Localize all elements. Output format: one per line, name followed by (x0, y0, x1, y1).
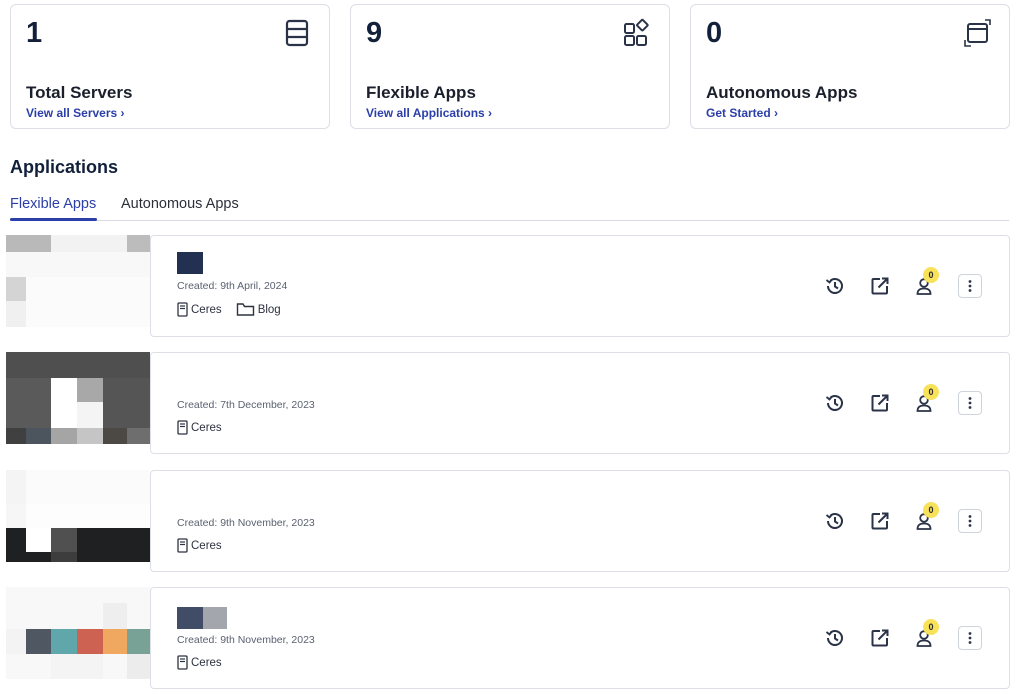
more-vertical-icon (968, 280, 972, 292)
more-vertical-icon (968, 397, 972, 409)
apps-grid-icon (624, 18, 649, 46)
app-thumbnail[interactable] (6, 587, 150, 679)
server-small-icon (177, 420, 188, 435)
app-server-name: Ceres (191, 303, 222, 316)
app-thumbnail[interactable] (6, 352, 150, 444)
server-small-icon (177, 538, 188, 553)
stat-card-autonomous-apps: 0 Autonomous Apps Get Started › (690, 4, 1010, 129)
external-link-icon[interactable] (868, 274, 892, 298)
app-server[interactable]: Ceres (177, 302, 222, 317)
app-server-name: Ceres (191, 656, 222, 669)
more-options-button[interactable] (958, 626, 982, 650)
app-server-name: Ceres (191, 421, 222, 434)
app-server[interactable]: Ceres (177, 538, 222, 553)
user-count-badge: 0 (923, 502, 939, 518)
stat-number: 1 (26, 17, 43, 49)
app-meta: Ceres Blog (177, 302, 295, 317)
external-link-icon[interactable] (868, 626, 892, 650)
more-options-button[interactable] (958, 274, 982, 298)
tab-autonomous-apps[interactable]: Autonomous Apps (121, 196, 239, 212)
get-started-link[interactable]: Get Started › (706, 106, 778, 120)
app-row: Created: 7th December, 2023 Ceres 0 (150, 352, 1010, 454)
stat-title: Flexible Apps (366, 83, 476, 102)
stat-number: 0 (706, 17, 723, 49)
view-all-servers-link[interactable]: View all Servers › (26, 106, 125, 120)
more-options-button[interactable] (958, 391, 982, 415)
history-icon[interactable] (823, 509, 847, 533)
stat-title: Autonomous Apps (706, 83, 858, 102)
user-count-badge: 0 (923, 384, 939, 400)
section-title: Applications (10, 157, 119, 177)
app-server[interactable]: Ceres (177, 655, 222, 670)
app-thumbnail[interactable] (6, 235, 150, 327)
app-row: Created: 9th November, 2023 Ceres 0 (150, 587, 1010, 689)
app-thumbnail[interactable] (6, 470, 150, 562)
window-expand-icon (964, 19, 991, 47)
app-folder[interactable]: Blog (236, 302, 281, 317)
app-created-date: Created: 9th November, 2023 (177, 517, 315, 529)
server-icon (285, 19, 309, 47)
server-small-icon (177, 655, 188, 670)
history-icon[interactable] (823, 626, 847, 650)
app-created-date: Created: 7th December, 2023 (177, 399, 315, 411)
app-server-name: Ceres (191, 539, 222, 552)
user-count-badge: 0 (923, 619, 939, 635)
app-meta: Ceres (177, 420, 236, 435)
external-link-icon[interactable] (868, 509, 892, 533)
stat-title: Total Servers (26, 83, 133, 102)
more-vertical-icon (968, 632, 972, 644)
app-meta: Ceres (177, 538, 236, 553)
app-row: Created: 9th April, 2024 Ceres Blog 0 (150, 235, 1010, 337)
stat-card-servers: 1 Total Servers View all Servers › (10, 4, 330, 129)
external-link-icon[interactable] (868, 391, 892, 415)
active-tab-indicator (10, 218, 97, 221)
server-small-icon (177, 302, 188, 317)
stat-number: 9 (366, 17, 383, 49)
folder-icon (236, 303, 254, 316)
stat-card-flexible-apps: 9 Flexible Apps View all Applications › (350, 4, 670, 129)
app-meta: Ceres (177, 655, 236, 670)
history-icon[interactable] (823, 391, 847, 415)
app-folder-name: Blog (257, 303, 281, 316)
app-created-date: Created: 9th April, 2024 (177, 280, 288, 292)
app-server[interactable]: Ceres (177, 420, 222, 435)
app-row: Created: 9th November, 2023 Ceres 0 (150, 470, 1010, 572)
history-icon[interactable] (823, 274, 847, 298)
tab-flexible-apps[interactable]: Flexible Apps (10, 196, 96, 212)
view-all-applications-link[interactable]: View all Applications › (366, 106, 492, 120)
user-count-badge: 0 (923, 267, 939, 283)
more-vertical-icon (968, 515, 972, 527)
tab-bar: Flexible Apps Autonomous Apps (10, 191, 1009, 221)
app-created-date: Created: 9th November, 2023 (177, 634, 315, 646)
more-options-button[interactable] (958, 509, 982, 533)
